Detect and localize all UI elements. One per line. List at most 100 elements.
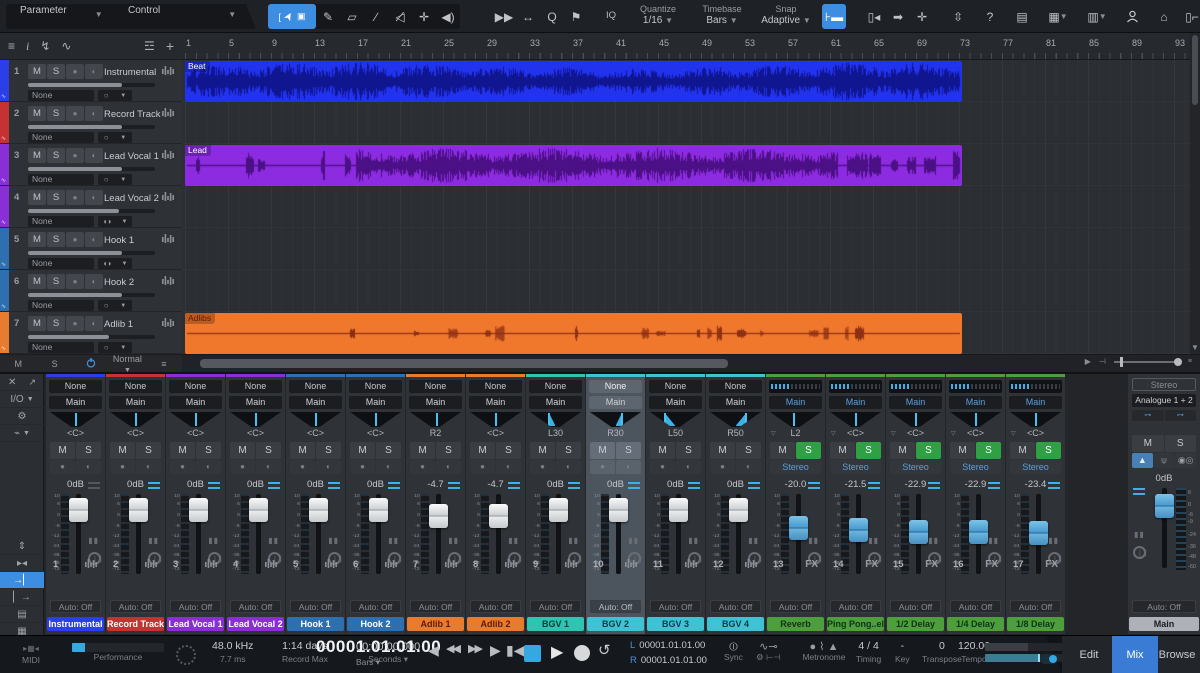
fader-cap[interactable] (129, 498, 148, 522)
track-pan-control[interactable]: ○▼ (98, 300, 132, 311)
channel-solo-button[interactable]: S (496, 442, 521, 459)
channel-monitor-button[interactable]: ◐ (616, 460, 641, 474)
sends-icon[interactable] (508, 482, 520, 489)
quantize-toggle-icon[interactable]: Q (540, 4, 564, 29)
pan-slider[interactable] (890, 412, 941, 427)
channel-stereo-button[interactable]: Stereo (1010, 460, 1061, 474)
channel-name-label[interactable]: Record Track (107, 617, 164, 631)
channel-input-select[interactable]: None (709, 380, 762, 393)
pan-value[interactable]: ▽<C> (1006, 428, 1065, 440)
channel-mute-button[interactable]: M (170, 442, 195, 459)
help-button[interactable]: ? (978, 4, 1002, 29)
channel-name-label[interactable]: BGV 4 (707, 617, 764, 631)
channel-strip[interactable]: NoneMainR50MS●◐0dB1060-6-12-24-36-48-72▮… (706, 374, 765, 634)
pan-slider[interactable] (710, 412, 761, 427)
channel-name-label[interactable]: BGV 3 (647, 617, 704, 631)
snap-dropdown[interactable]: Snap Adaptive ▼ (756, 4, 816, 28)
pan-value[interactable]: R2 (406, 428, 465, 440)
channel-strip[interactable]: NoneMainL50MS●◐0dB1060-6-12-24-36-48-72▮… (646, 374, 705, 634)
channel-input-select[interactable]: None (229, 380, 282, 393)
pan-value[interactable]: <C> (46, 428, 105, 440)
track-solo-button[interactable]: S (47, 148, 65, 163)
open-editor-icon[interactable]: ▯◂ (862, 4, 886, 29)
channel-strip[interactable]: NoneMain<C>MS●◐0dB1060-6-12-24-36-48-72▮… (46, 374, 105, 634)
track-solo-button[interactable]: S (47, 232, 65, 247)
channel-name-label[interactable]: BGV 1 (527, 617, 584, 631)
track-row[interactable]: ∿2MS●◐Record TrackNone○▼ (0, 102, 182, 144)
loop-button[interactable]: ↺ (598, 641, 611, 659)
main-output-strip[interactable]: Stereo Analogue 1 + 2 ⊶ ⊶ M S ▲ ⍦ ◉◎ 0dB (1128, 374, 1200, 634)
sends-icon[interactable] (1048, 482, 1060, 489)
pan-value[interactable]: <C> (346, 428, 405, 440)
crosshair-icon[interactable]: ✛ (910, 4, 934, 29)
prev-bar-button[interactable]: ◀ (428, 642, 439, 659)
track-volume-slider[interactable] (28, 335, 155, 339)
channel-name-label[interactable]: 1/4 Delay (947, 617, 1004, 631)
channel-automation-button[interactable]: Auto: Off (650, 600, 701, 613)
main-solo-button[interactable]: S (1165, 435, 1197, 452)
fast-forward-button[interactable]: ▶▶ (468, 642, 481, 655)
panel-toggle-icon[interactable]: ▯⌐ (1180, 4, 1200, 29)
channel-automation-button[interactable]: Auto: Off (890, 600, 941, 613)
channel-strip[interactable]: NoneMain<C>MS●◐0dB1060-6-12-24-36-48-72▮… (346, 374, 405, 634)
track-volume-slider[interactable] (28, 83, 155, 87)
zoom-slider[interactable] (1114, 361, 1180, 363)
channel-name-label[interactable]: 1/8 Delay (1007, 617, 1064, 631)
channel-monitor-button[interactable]: ◐ (256, 460, 281, 474)
zoom-play-icon[interactable]: ▶ (1085, 357, 1091, 366)
channel-input-select[interactable]: None (289, 380, 342, 393)
channel-solo-button[interactable]: S (676, 442, 701, 459)
pan-slider[interactable] (1010, 412, 1061, 427)
channel-strip[interactable]: NoneMain<C>MS●◐0dB1060-6-12-24-36-48-72▮… (106, 374, 165, 634)
main-channel-label[interactable]: Main (1129, 617, 1199, 631)
channel-input-select[interactable]: None (349, 380, 402, 393)
channel-input-select[interactable]: None (169, 380, 222, 393)
track-mute-button[interactable]: M (28, 148, 46, 163)
track-name[interactable]: Hook 1 (104, 235, 134, 246)
pan-slider[interactable] (350, 412, 401, 427)
channel-name-label[interactable]: Lead Vocal 2 (227, 617, 284, 631)
channel-output-select[interactable]: Main (949, 396, 1002, 409)
channel-mute-button[interactable]: M (1010, 442, 1035, 459)
channel-automation-button[interactable]: Auto: Off (230, 600, 281, 613)
channel-mute-button[interactable]: M (590, 442, 615, 459)
channel-automation-button[interactable]: Auto: Off (50, 600, 101, 613)
channel-strip[interactable]: NoneMain<C>MS●◐0dB1060-6-12-24-36-48-72▮… (226, 374, 285, 634)
global-solo-button[interactable]: S (36, 359, 72, 369)
main-hardware-output[interactable]: Analogue 1 + 2 (1132, 394, 1196, 407)
track-monitor-button[interactable]: ◐ (85, 190, 103, 205)
channel-automation-button[interactable]: Auto: Off (590, 600, 641, 613)
close-icon[interactable]: ✕↗ (0, 374, 44, 391)
arrow-tool-button[interactable]: [ ➤ ▣ (268, 4, 316, 29)
user-icon[interactable] (1120, 4, 1144, 29)
channel-output-select[interactable]: Main (829, 396, 882, 409)
channel-solo-button[interactable]: S (316, 442, 341, 459)
track-pan-control[interactable]: ○▼ (98, 90, 132, 101)
timeline-ruler[interactable]: 1591317212529333741454953576165697377818… (182, 33, 1190, 60)
pan-value[interactable]: <C> (286, 428, 345, 440)
parameter-dropdown[interactable]: Parameter ▼ (20, 5, 79, 16)
fader-cap[interactable] (549, 498, 568, 522)
zoom-preset-icon[interactable]: ≡ (1188, 358, 1192, 365)
pan-value[interactable]: <C> (166, 428, 225, 440)
channel-output-select[interactable]: Main (889, 396, 942, 409)
track-input-dropdown[interactable]: None (28, 258, 94, 269)
track-mute-button[interactable]: M (28, 190, 46, 205)
channel-stereo-button[interactable]: Stereo (830, 460, 881, 474)
channel-output-select[interactable]: Main (409, 396, 462, 409)
track-solo-button[interactable]: S (47, 64, 65, 79)
track-pan-control[interactable]: ○▼ (98, 174, 132, 185)
track-input-dropdown[interactable]: None (28, 342, 94, 353)
channel-monitor-button[interactable]: ◐ (676, 460, 701, 474)
channel-automation-button[interactable]: Auto: Off (1010, 600, 1061, 613)
next-bar-button[interactable]: ▶ (490, 642, 501, 659)
track-input-dropdown[interactable]: None (28, 300, 94, 311)
channel-record-arm-button[interactable]: ● (650, 460, 675, 474)
automation-icon[interactable]: ∿ (61, 39, 71, 53)
channel-solo-button[interactable]: S (916, 442, 941, 459)
track-input-dropdown[interactable]: None (28, 132, 94, 143)
track-row[interactable]: ∿4MS●◐Lead Vocal 2None◖◗▼ (0, 186, 182, 228)
expand-strips-icon[interactable]: ▏→ (0, 589, 44, 606)
timestretch-icon[interactable]: ↔ (516, 4, 540, 29)
fader-cap[interactable] (669, 498, 688, 522)
